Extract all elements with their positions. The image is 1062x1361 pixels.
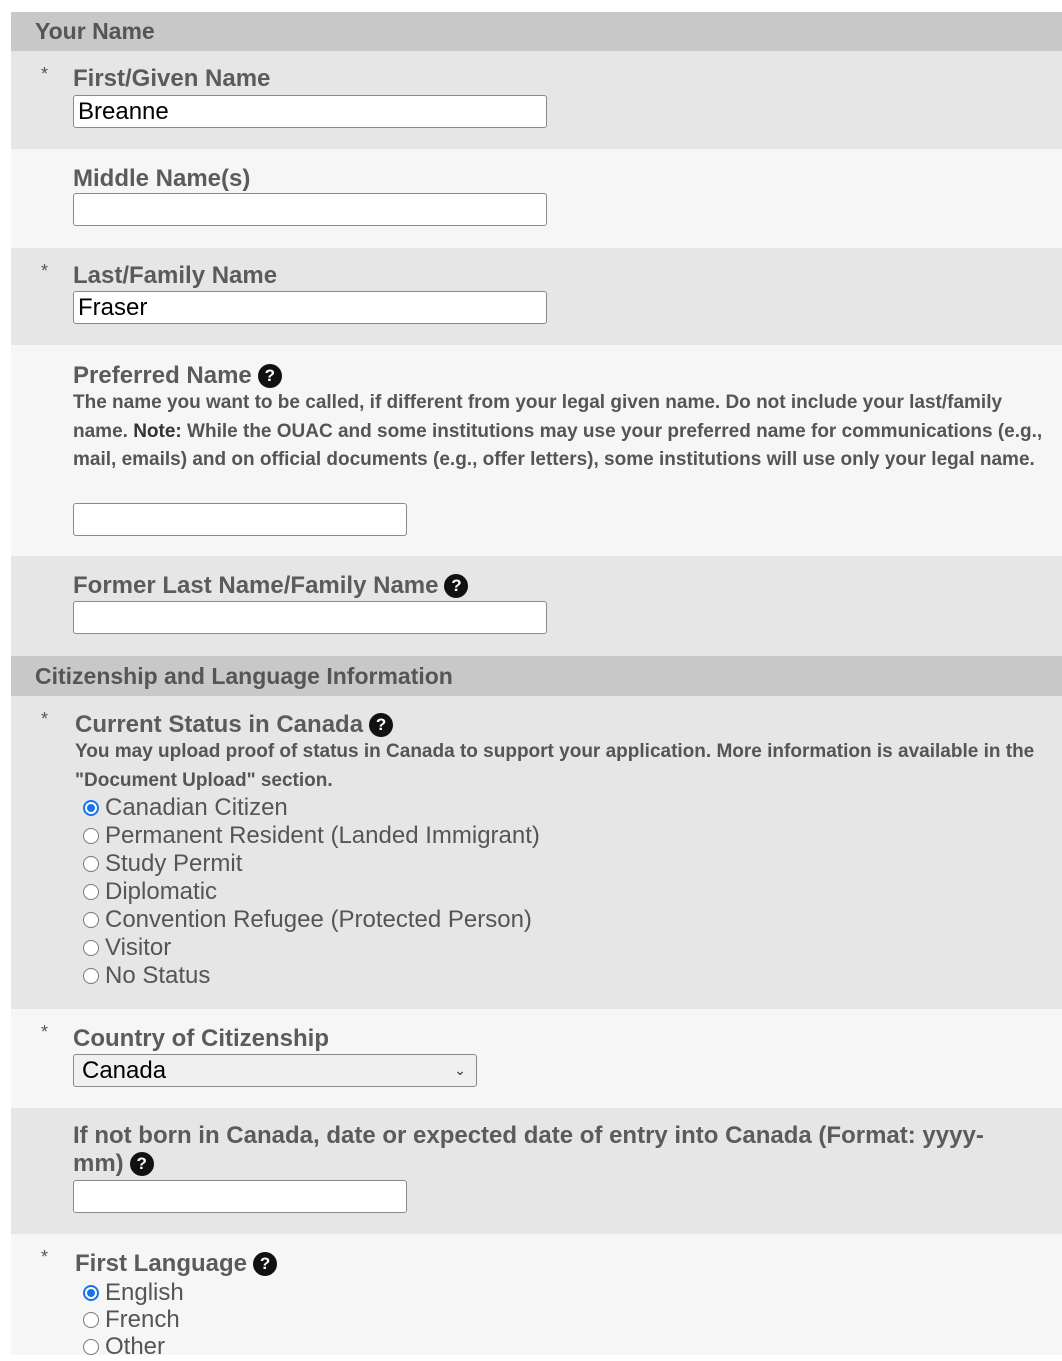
note-label: Note:	[133, 420, 182, 442]
preferred-name-desc-part2: While the OUAC and some institutions may…	[73, 420, 1043, 471]
status-option-label: Visitor	[105, 934, 172, 961]
last-name-row: * Last/Family Name Fraser	[11, 248, 1062, 345]
language-option-label: Other	[105, 1333, 166, 1360]
required-marker: *	[41, 261, 49, 281]
first-language-row: * First Language? English French Other	[11, 1234, 1062, 1360]
former-name-label: Former Last Name/Family Name?	[73, 572, 469, 600]
status-option[interactable]: Convention Refugee (Protected Person)	[83, 906, 532, 934]
entry-date-input[interactable]	[73, 1180, 407, 1213]
application-form: Your Name * First/Given Name Breanne Mid…	[0, 0, 1062, 1360]
required-marker: *	[41, 1247, 49, 1267]
status-option[interactable]: No Status	[83, 962, 210, 990]
preferred-name-input[interactable]	[73, 503, 407, 536]
help-icon[interactable]: ?	[253, 1252, 278, 1276]
language-option-label: English	[105, 1279, 184, 1306]
required-marker: *	[41, 709, 49, 729]
status-option-label: Diplomatic	[105, 878, 218, 905]
radio-button[interactable]	[83, 1339, 99, 1355]
preferred-name-row: Preferred Name? The name you want to be …	[11, 345, 1062, 556]
country-select-value: Canada	[82, 1057, 167, 1084]
radio-button[interactable]	[83, 800, 99, 816]
chevron-down-icon: ⌄	[454, 1062, 466, 1078]
former-name-label-text: Former Last Name/Family Name	[73, 572, 439, 599]
entry-date-row: If not born in Canada, date or expected …	[11, 1108, 1062, 1234]
preferred-name-label: Preferred Name?	[73, 362, 282, 390]
middle-name-label: Middle Name(s)	[73, 165, 251, 192]
radio-button[interactable]	[83, 940, 99, 956]
country-label: Country of Citizenship	[73, 1025, 329, 1052]
status-option[interactable]: Canadian Citizen	[83, 794, 288, 822]
former-name-input[interactable]	[73, 601, 547, 634]
status-option[interactable]: Permanent Resident (Landed Immigrant)	[83, 822, 540, 850]
radio-button[interactable]	[83, 1312, 99, 1328]
radio-button[interactable]	[83, 1285, 99, 1301]
language-option[interactable]: English	[83, 1279, 184, 1307]
status-option-label: No Status	[105, 962, 211, 989]
language-option[interactable]: Other	[83, 1333, 165, 1361]
country-row: * Country of Citizenship Canada ⌄	[11, 1009, 1062, 1108]
last-name-label: Last/Family Name	[73, 262, 278, 289]
status-option[interactable]: Visitor	[83, 934, 171, 962]
entry-date-label-text: If not born in Canada, date or expected …	[73, 1122, 984, 1177]
first-name-input[interactable]: Breanne	[73, 95, 547, 128]
status-option-label: Study Permit	[105, 850, 243, 877]
preferred-name-label-text: Preferred Name	[73, 362, 252, 389]
country-select[interactable]: Canada ⌄	[73, 1054, 477, 1087]
required-marker: *	[41, 64, 49, 84]
current-status-label: Current Status in Canada?	[75, 711, 394, 739]
status-option[interactable]: Diplomatic	[83, 878, 217, 906]
former-name-row: Former Last Name/Family Name?	[11, 556, 1062, 656]
entry-date-label: If not born in Canada, date or expected …	[73, 1122, 1033, 1178]
middle-name-row: Middle Name(s)	[11, 149, 1062, 248]
language-option-label: French	[105, 1306, 180, 1333]
radio-button[interactable]	[83, 884, 99, 900]
radio-button[interactable]	[83, 856, 99, 872]
status-option[interactable]: Study Permit	[83, 850, 242, 878]
help-icon[interactable]: ?	[369, 713, 394, 737]
first-language-label: First Language?	[75, 1250, 278, 1278]
first-name-label: First/Given Name	[73, 65, 271, 92]
radio-button[interactable]	[83, 968, 99, 984]
status-option-label: Convention Refugee (Protected Person)	[105, 906, 532, 933]
last-name-input[interactable]: Fraser	[73, 291, 547, 324]
section-header-your-name: Your Name	[11, 12, 1062, 51]
section-header-citizenship: Citizenship and Language Information	[11, 656, 1062, 696]
preferred-name-description: The name you want to be called, if diffe…	[73, 389, 1048, 475]
first-name-row: * First/Given Name Breanne	[11, 51, 1062, 149]
help-icon[interactable]: ?	[257, 364, 282, 388]
current-status-row: * Current Status in Canada? You may uplo…	[11, 696, 1062, 1009]
first-language-label-text: First Language	[75, 1250, 248, 1277]
status-option-label: Permanent Resident (Landed Immigrant)	[105, 822, 540, 849]
language-option[interactable]: French	[83, 1306, 180, 1334]
current-status-description: You may upload proof of status in Canada…	[75, 741, 1035, 791]
middle-name-input[interactable]	[73, 193, 547, 226]
current-status-label-text: Current Status in Canada	[75, 711, 364, 738]
help-icon[interactable]: ?	[129, 1152, 154, 1176]
status-option-label: Canadian Citizen	[105, 794, 288, 821]
radio-button[interactable]	[83, 912, 99, 928]
required-marker: *	[41, 1022, 49, 1042]
help-icon[interactable]: ?	[444, 574, 469, 598]
radio-button[interactable]	[83, 828, 99, 844]
